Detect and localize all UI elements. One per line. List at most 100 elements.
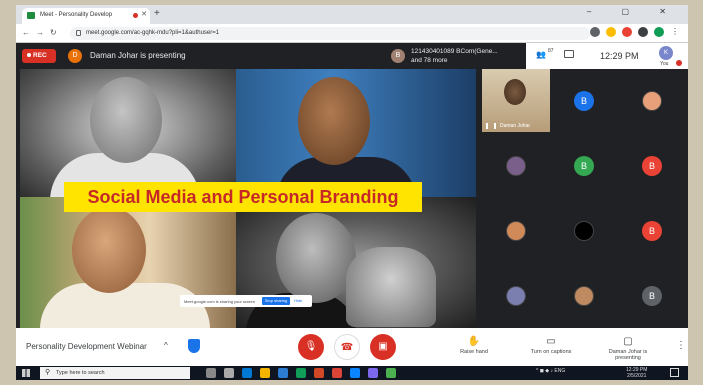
sharing-toast-text: Meet.google.com is sharing your screen: [184, 299, 255, 304]
captions-icon: ▭: [546, 336, 556, 347]
portrait-photo-4: [236, 197, 476, 328]
participant-tile[interactable]: B: [550, 69, 618, 132]
meet-top-bar: REC D Daman Johar is presenting B 121430…: [16, 43, 688, 69]
new-tab-button[interactable]: +: [154, 8, 160, 19]
taskbar-search-input[interactable]: ⚲ Type here to search: [40, 367, 190, 379]
participant-tile[interactable]: [618, 69, 686, 132]
chrome-icon[interactable]: [332, 368, 342, 378]
participant-avatar: B: [642, 155, 662, 176]
shield-icon[interactable]: [188, 339, 200, 353]
people-icon[interactable]: 👥: [536, 50, 546, 59]
presenter-avatar: D: [68, 49, 82, 63]
participant-tile[interactable]: B: [618, 199, 686, 262]
notification-center-icon[interactable]: [670, 368, 679, 377]
participant-tile[interactable]: [482, 199, 550, 262]
recording-badge: REC: [22, 49, 56, 63]
leave-call-button[interactable]: ☎: [334, 334, 360, 360]
taskbar-search-placeholder: Type here to search: [56, 370, 105, 376]
portrait-photo-1: [20, 69, 236, 201]
hand-icon: ✋: [467, 336, 481, 347]
participant-tile[interactable]: [482, 134, 550, 197]
tab-meet[interactable]: Meet - Personality Develop ✕: [22, 8, 150, 24]
participant-tile[interactable]: B: [550, 134, 618, 197]
chat-icon[interactable]: [564, 50, 574, 58]
participant-tile[interactable]: [550, 264, 618, 327]
taskbar-clock[interactable]: 12:29 PM 2/5/2021: [626, 367, 647, 379]
portrait-face: [276, 213, 356, 303]
forward-arrow-icon[interactable]: →: [36, 28, 44, 37]
participant-name: 121430401089 BCom(Gene...: [411, 48, 498, 55]
search-icon: ⚲: [45, 369, 51, 376]
participant-tile[interactable]: B: [618, 134, 686, 197]
meeting-clock: 12:29 PM: [600, 51, 639, 61]
hide-toast-button[interactable]: Hide: [294, 298, 302, 303]
meet-control-bar: Personality Development Webinar ^ 🎙 ☎ ▣ …: [16, 328, 688, 366]
participant-avatar: B: [642, 285, 662, 306]
participant-avatar: B: [574, 155, 594, 176]
participant-tile[interactable]: B: [618, 264, 686, 327]
participant-photo: [574, 220, 594, 241]
word-icon[interactable]: [278, 368, 288, 378]
powerpoint-icon[interactable]: [314, 368, 324, 378]
participant-photo: [574, 285, 594, 306]
mic-toggle-button[interactable]: 🎙: [298, 334, 324, 360]
browser-window: Meet - Personality Develop ✕ + – ▢ ✕ ← →…: [16, 5, 688, 380]
extension-icon[interactable]: [622, 27, 632, 37]
participant-photo: [506, 285, 526, 306]
chevron-up-icon[interactable]: ^: [164, 341, 168, 350]
portrait-face: [72, 207, 146, 293]
participant-avatar: B: [391, 49, 405, 63]
meeting-title[interactable]: Personality Development Webinar: [26, 342, 147, 351]
store-icon[interactable]: [242, 368, 252, 378]
menu-dots-icon[interactable]: ⋮: [670, 27, 680, 37]
audio-level-icon: [486, 123, 496, 129]
taskbar-apps: [206, 368, 396, 378]
system-tray[interactable]: ^ ◼ ◆ ♪ ENG: [536, 368, 565, 374]
participant-tile[interactable]: [482, 264, 550, 327]
camera-toggle-button[interactable]: ▣: [370, 334, 396, 360]
extensions: ⋮: [590, 27, 680, 37]
back-arrow-icon[interactable]: ←: [22, 28, 30, 37]
cortana-icon[interactable]: [206, 368, 216, 378]
close-tab-icon[interactable]: ✕: [141, 10, 147, 18]
app-icon[interactable]: [368, 368, 378, 378]
self-video-person: [504, 79, 526, 105]
window-controls[interactable]: – ▢ ✕: [587, 7, 680, 16]
profile-avatar[interactable]: [654, 27, 664, 37]
meet-favicon-icon: [27, 12, 35, 19]
puzzle-icon[interactable]: [638, 27, 648, 37]
task-view-icon[interactable]: [224, 368, 234, 378]
stop-sharing-button[interactable]: Stop sharing: [262, 297, 290, 305]
url-input[interactable]: meet.google.com/ac-gqhk-mdu?pli=1&authus…: [70, 27, 590, 40]
excel-icon[interactable]: [296, 368, 306, 378]
portrait-face: [90, 77, 162, 163]
app-icon[interactable]: [386, 368, 396, 378]
file-explorer-icon[interactable]: [260, 368, 270, 378]
self-video-tile[interactable]: Daman Johar: [482, 69, 550, 132]
star-icon[interactable]: [606, 27, 616, 37]
reload-icon[interactable]: ↻: [50, 28, 57, 37]
present-button[interactable]: ▢ Daman Johar is presenting: [604, 336, 652, 361]
camera-permission-icon[interactable]: [590, 27, 600, 37]
more-options-icon[interactable]: ⋮: [676, 340, 686, 351]
participant-grid: Daman Johar B B B B B: [480, 69, 686, 328]
phone-hangup-icon: ☎: [340, 342, 354, 353]
windows-taskbar: ⚲ Type here to search ^ ◼ ◆ ♪ ENG 12:29 …: [16, 366, 688, 380]
presenter-status: Daman Johar is presenting: [90, 51, 186, 60]
portrait-photo-3: [20, 197, 236, 328]
raise-hand-button[interactable]: ✋ Raise hand: [454, 336, 494, 355]
participant-chip[interactable]: B 121430401089 BCom(Gene... and 78 more: [391, 46, 521, 67]
captions-button[interactable]: ▭ Turn on captions: [522, 336, 580, 355]
record-dot-icon: [27, 53, 31, 57]
edge-icon[interactable]: [350, 368, 360, 378]
portrait-face: [298, 77, 370, 165]
participant-photo: [506, 155, 526, 176]
self-avatar[interactable]: K: [659, 46, 673, 60]
url-text: meet.google.com/ac-gqhk-mdu?pli=1&authus…: [86, 30, 220, 36]
portrait-hands: [346, 247, 436, 327]
slide-title-banner: Social Media and Personal Branding: [64, 182, 422, 212]
windows-start-icon[interactable]: [22, 369, 30, 377]
participant-tile[interactable]: [550, 199, 618, 262]
raise-hand-label: Raise hand: [460, 349, 488, 355]
shared-presentation: Social Media and Personal Branding Meet.…: [20, 69, 476, 328]
